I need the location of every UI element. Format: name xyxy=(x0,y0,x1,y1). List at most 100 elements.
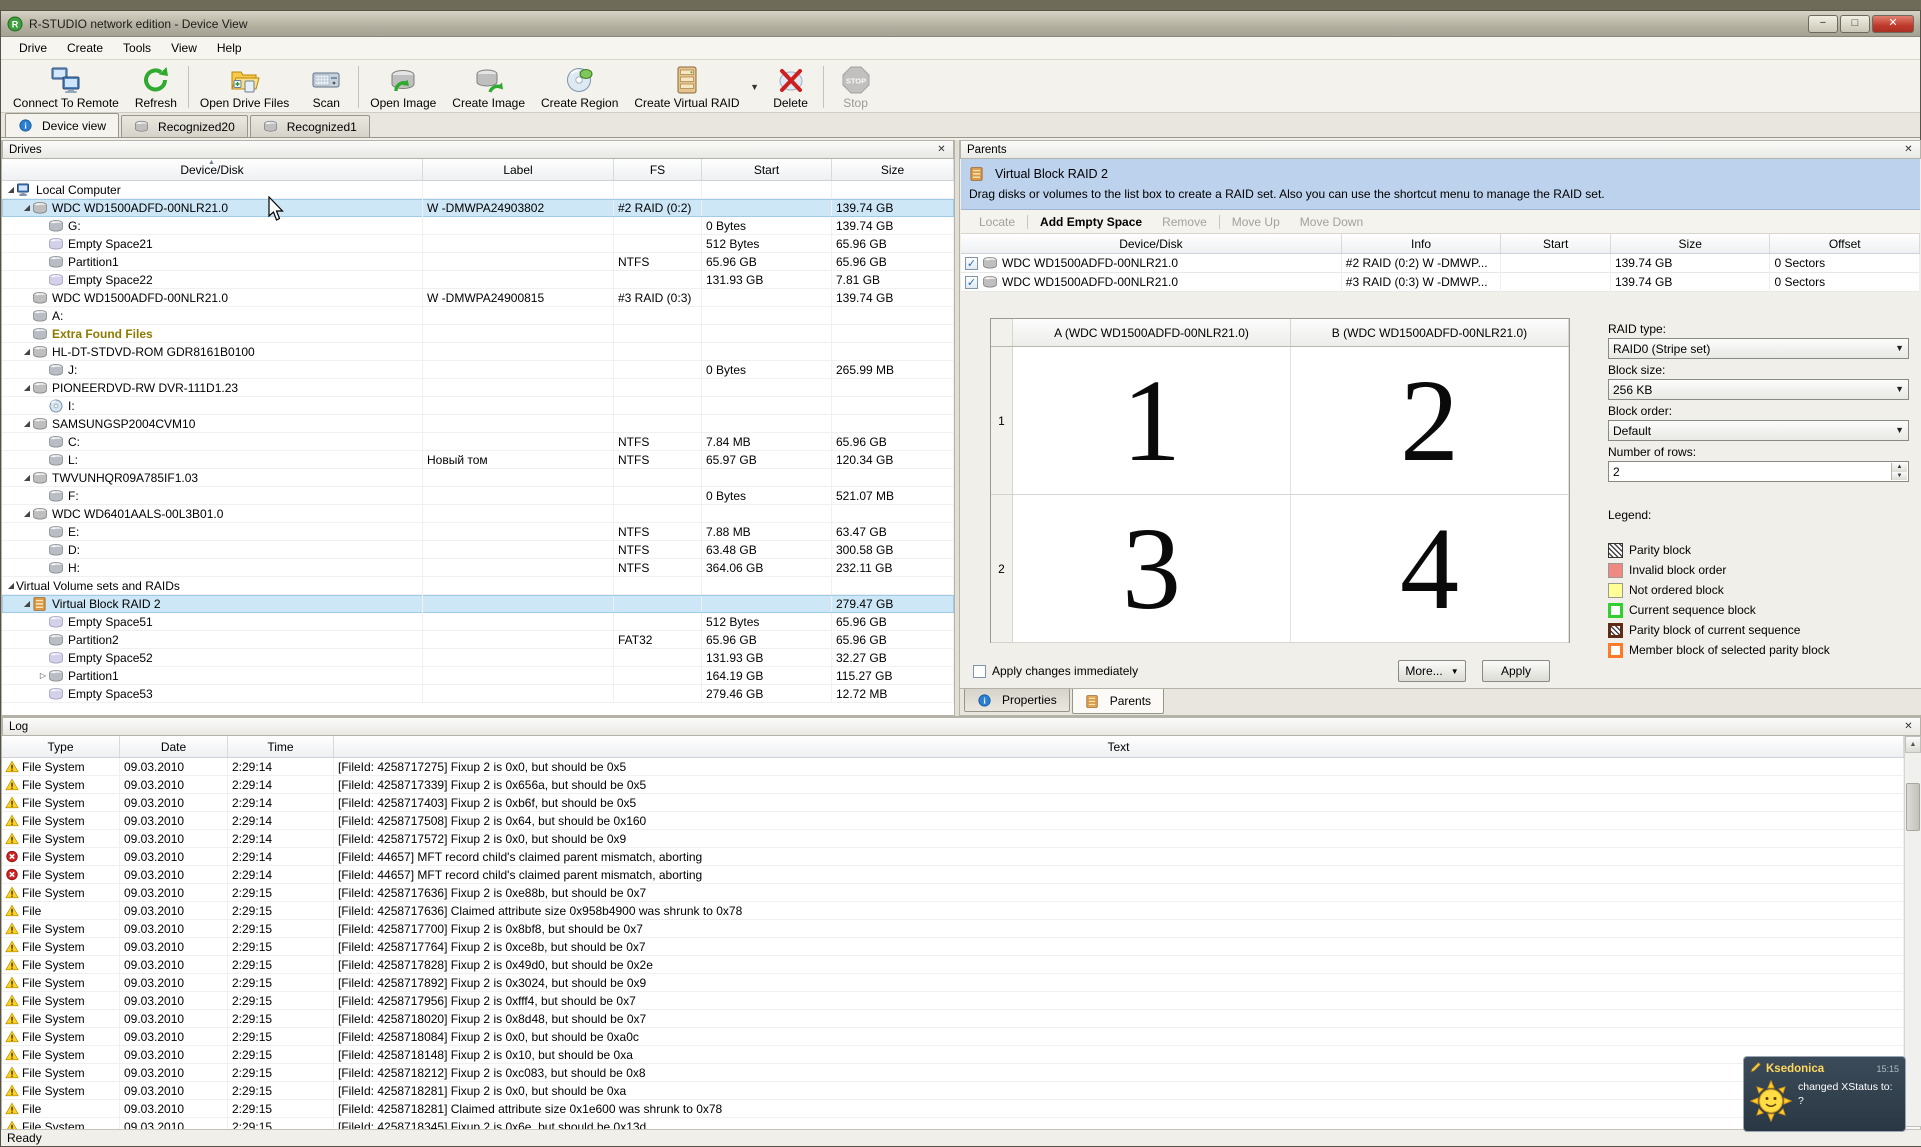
messenger-notification[interactable]: Ksedonica 15:15 changed XStatus to: ? xyxy=(1743,1056,1906,1132)
raid-block-cell[interactable]: 4 xyxy=(1291,495,1569,642)
tab-recognized1[interactable]: Recognized1 xyxy=(250,115,370,137)
column-header-devicedisk[interactable]: ▲Device/Disk xyxy=(2,159,423,180)
log-row[interactable]: File System09.03.20102:29:15[FileId: 425… xyxy=(2,1046,1921,1064)
action-move-down[interactable]: Move Down xyxy=(1290,213,1373,231)
tree-row[interactable]: Empty Space51512 Bytes65.96 GB xyxy=(2,613,954,631)
toolbar-button-delete[interactable]: Delete xyxy=(762,62,820,112)
parents-column-header-offset[interactable]: Offset xyxy=(1770,234,1920,253)
toolbar-button-create-image[interactable]: Create Image xyxy=(444,62,533,112)
parents-table-row[interactable]: ✓WDC WD1500ADFD-00NLR21.0#3 RAID (0:3) W… xyxy=(961,273,1920,292)
close-icon[interactable]: ✕ xyxy=(1901,720,1916,734)
tree-row[interactable]: Partition1NTFS65.96 GB65.96 GB xyxy=(2,253,954,271)
tree-row[interactable]: Extra Found Files xyxy=(2,325,954,343)
toolbar-button-refresh[interactable]: Refresh xyxy=(127,62,185,112)
tree-row[interactable]: D:NTFS63.48 GB300.58 GB xyxy=(2,541,954,559)
collapse-icon[interactable]: ◢ xyxy=(6,185,16,194)
log-row[interactable]: File System09.03.20102:29:15[FileId: 425… xyxy=(2,1010,1921,1028)
log-row[interactable]: File System09.03.20102:29:15[FileId: 425… xyxy=(2,1028,1921,1046)
toolbar-button-create-virtual-raid[interactable]: Create Virtual RAID xyxy=(626,62,747,112)
close-button[interactable]: ✕ xyxy=(1872,15,1914,33)
tree-row[interactable]: ◢TWVUNHQR09A785IF1.03 xyxy=(2,469,954,487)
log-row[interactable]: File System09.03.20102:29:15[FileId: 425… xyxy=(2,938,1921,956)
collapse-icon[interactable]: ◢ xyxy=(22,509,32,518)
raid-block-cell[interactable]: 2 xyxy=(1291,347,1569,494)
log-row[interactable]: File09.03.20102:29:15[FileId: 4258718281… xyxy=(2,1100,1921,1118)
tree-row[interactable]: L:Новый томNTFS65.97 GB120.34 GB xyxy=(2,451,954,469)
spinner-buttons[interactable]: ▲▼ xyxy=(1891,463,1907,480)
toolbar-button-scan[interactable]: Scan xyxy=(297,62,355,112)
tree-row[interactable]: Empty Space52131.93 GB32.27 GB xyxy=(2,649,954,667)
collapse-icon[interactable]: ◢ xyxy=(22,347,32,356)
tree-row[interactable]: F:0 Bytes521.07 MB xyxy=(2,487,954,505)
expand-icon[interactable]: ▷ xyxy=(38,671,48,680)
tree-row[interactable]: ◢Virtual Block RAID 2279.47 GB xyxy=(2,595,954,613)
tree-row[interactable]: ◢PIONEERDVD-RW DVR-111D1.23 xyxy=(2,379,954,397)
more-button[interactable]: More... ▼ xyxy=(1398,660,1466,682)
log-scrollbar[interactable]: ▲ ▼ xyxy=(1904,736,1921,1143)
tree-row[interactable]: ◢Local Computer xyxy=(2,181,954,199)
menu-item-view[interactable]: View xyxy=(161,38,207,58)
column-header-label[interactable]: Label xyxy=(423,159,614,180)
column-header-start[interactable]: Start xyxy=(702,159,832,180)
log-row[interactable]: File System09.03.20102:29:14[FileId: 425… xyxy=(2,758,1921,776)
action-remove[interactable]: Remove xyxy=(1152,213,1217,231)
collapse-icon[interactable]: ◢ xyxy=(22,203,32,212)
action-add-empty-space[interactable]: Add Empty Space xyxy=(1030,213,1152,231)
column-header-fs[interactable]: FS xyxy=(614,159,702,180)
log-row[interactable]: File System09.03.20102:29:14[FileId: 425… xyxy=(2,794,1921,812)
tree-row[interactable]: ◢SAMSUNGSP2004CVM10 xyxy=(2,415,954,433)
menu-item-create[interactable]: Create xyxy=(57,38,113,58)
close-icon[interactable]: ✕ xyxy=(1901,143,1916,157)
row-checkbox[interactable]: ✓ xyxy=(965,276,978,289)
log-column-header-time[interactable]: Time xyxy=(228,736,334,757)
column-header-size[interactable]: Size xyxy=(832,159,954,180)
tree-row[interactable]: A: xyxy=(2,307,954,325)
tree-row[interactable]: J:0 Bytes265.99 MB xyxy=(2,361,954,379)
menu-item-tools[interactable]: Tools xyxy=(113,38,161,58)
log-row[interactable]: File System09.03.20102:29:15[FileId: 425… xyxy=(2,920,1921,938)
log-row[interactable]: File System09.03.20102:29:14[FileId: 446… xyxy=(2,848,1921,866)
tree-row[interactable]: I: xyxy=(2,397,954,415)
tree-row[interactable]: Empty Space53279.46 GB12.72 MB xyxy=(2,685,954,703)
log-row[interactable]: File System09.03.20102:29:14[FileId: 446… xyxy=(2,866,1921,884)
tree-row[interactable]: ◢Virtual Volume sets and RAIDs xyxy=(2,577,954,595)
log-row[interactable]: File System09.03.20102:29:14[FileId: 425… xyxy=(2,812,1921,830)
menu-item-help[interactable]: Help xyxy=(207,38,252,58)
maximize-button[interactable]: □ xyxy=(1840,15,1870,33)
log-row[interactable]: File System09.03.20102:29:15[FileId: 425… xyxy=(2,974,1921,992)
log-row[interactable]: File System09.03.20102:29:15[FileId: 425… xyxy=(2,884,1921,902)
scrollbar-thumb[interactable] xyxy=(1906,783,1920,831)
log-row[interactable]: File System09.03.20102:29:15[FileId: 425… xyxy=(2,992,1921,1010)
scroll-up-icon[interactable]: ▲ xyxy=(1905,736,1921,753)
log-column-header-date[interactable]: Date xyxy=(120,736,228,757)
apply-button[interactable]: Apply xyxy=(1482,660,1550,682)
collapse-icon[interactable]: ◢ xyxy=(22,599,32,608)
tree-row[interactable]: H:NTFS364.06 GB232.11 GB xyxy=(2,559,954,577)
raid-block-cell[interactable]: 1 xyxy=(1013,347,1291,494)
log-row[interactable]: File System09.03.20102:29:14[FileId: 425… xyxy=(2,830,1921,848)
tree-row[interactable]: G:0 Bytes139.74 GB xyxy=(2,217,954,235)
parents-column-header-start[interactable]: Start xyxy=(1501,234,1611,253)
log-row[interactable]: File System09.03.20102:29:14[FileId: 425… xyxy=(2,776,1921,794)
tree-row[interactable]: Partition2FAT3265.96 GB65.96 GB xyxy=(2,631,954,649)
collapse-icon[interactable]: ◢ xyxy=(22,383,32,392)
action-locate[interactable]: Locate xyxy=(969,213,1025,231)
log-row[interactable]: File09.03.20102:29:15[FileId: 4258717636… xyxy=(2,902,1921,920)
raid-type-select[interactable]: RAID0 (Stripe set)▼ xyxy=(1608,338,1909,359)
toolbar-button-open-drive-files[interactable]: Open Drive Files xyxy=(192,62,297,112)
close-icon[interactable]: ✕ xyxy=(934,143,949,157)
tree-row[interactable]: Empty Space21512 Bytes65.96 GB xyxy=(2,235,954,253)
minimize-button[interactable]: − xyxy=(1808,15,1838,33)
tree-row[interactable]: WDC WD1500ADFD-00NLR21.0W -DMWPA24900815… xyxy=(2,289,954,307)
scrollbar-track[interactable] xyxy=(1905,753,1921,1126)
parents-column-header-size[interactable]: Size xyxy=(1611,234,1771,253)
raid-block-cell[interactable]: 3 xyxy=(1013,495,1291,642)
toolbar-button-stop[interactable]: STOPStop xyxy=(827,62,885,112)
tree-row[interactable]: ◢WDC WD6401AALS-00L3B01.0 xyxy=(2,505,954,523)
log-row[interactable]: File System09.03.20102:29:15[FileId: 425… xyxy=(2,1064,1921,1082)
action-move-up[interactable]: Move Up xyxy=(1222,213,1290,231)
tree-row[interactable]: Empty Space22131.93 GB7.81 GB xyxy=(2,271,954,289)
spin-up-icon[interactable]: ▲ xyxy=(1892,463,1907,472)
apply-changes-checkbox[interactable] xyxy=(973,665,986,678)
log-row[interactable]: File System09.03.20102:29:15[FileId: 425… xyxy=(2,1082,1921,1100)
